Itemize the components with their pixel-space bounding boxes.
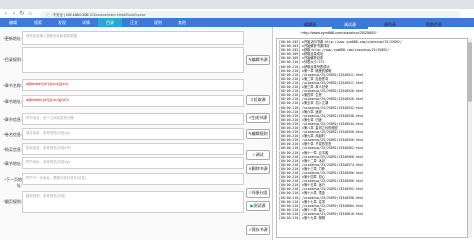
chapter-name-field[interactable]: a@text##<(\s*)\||<b>|\||(\s*)< (22, 79, 244, 91)
page-rule-field[interactable]: 翻页规则，参考规范(可选) (22, 191, 244, 213)
nav-item[interactable]: 其他 (170, 18, 194, 27)
field-label: *章节地址: (3, 99, 22, 104)
nav-item[interactable]: 编辑 (0, 18, 26, 27)
pull-source-button[interactable]: ⇩拉取源 (246, 95, 270, 105)
edit-source-button[interactable]: ✎编辑书源 (246, 55, 270, 65)
vip-field[interactable]: 购买信息，参考规范(可选VIP) (22, 143, 244, 155)
tab-help[interactable]: 帮助信息 (412, 20, 456, 29)
output-scrollbar[interactable] (468, 38, 472, 238)
debug-output[interactable]: [00:00.203] ≡开始访问书源:http://www.zym888.co… (276, 38, 468, 238)
field-label: *章节信息: (3, 117, 22, 122)
nav-item[interactable]: 发现 (50, 18, 74, 27)
edit-rule-button[interactable]: ✎编辑规则 (246, 129, 270, 139)
next-page-field[interactable]: 章节下一页地址，需要分页时填写(可选) (22, 173, 244, 185)
form-row: *目录规则: ✎编辑书源 (0, 47, 272, 73)
tab-source-list[interactable]: 源列表 (372, 20, 408, 29)
field-label: *购买信息: (3, 147, 22, 152)
form-row: *章节地址: a@href##<(\s*)\||<b>|\||(\s*)< ⇩拉… (0, 95, 272, 107)
url-host: 192.168.0.106 (65, 12, 89, 17)
nav-item[interactable]: 正文 (122, 18, 146, 27)
back-icon[interactable]: ‹ (3, 11, 9, 17)
form-row: *购买信息: 购买信息，参考规范(可选VIP) (0, 143, 272, 155)
save-source-button[interactable]: ✓保存书源 (246, 225, 270, 235)
insecure-icon: ⓘ (46, 12, 50, 17)
form-row: *下一页地址: 章节下一页地址，需要分页时填写(可选) (0, 173, 272, 188)
home-icon[interactable]: ⌂ (27, 11, 33, 17)
form-row: *翻页规则: 翻页规则，参考规范(可选) ≡书源分组 ▶测试源 (0, 188, 272, 213)
field-label: *章节地址: (3, 161, 22, 166)
field-label: *更新地址: (3, 36, 22, 41)
debug-button[interactable]: ✓调试 (246, 150, 270, 160)
reload-icon[interactable]: ↻ (19, 11, 25, 17)
form-row: *更新地址: 请在此处输入更新地址和更新数据 (0, 31, 272, 45)
nav-item[interactable]: 搜索 (26, 18, 50, 27)
toc-rule-field[interactable] (22, 47, 244, 73)
chapter-info-field[interactable]: 章节信息，多个之间用逗号分隔 (22, 113, 244, 125)
rule-form-panel: *更新地址: 请在此处输入更新地址和更新数据 *目录规则: ✎编辑书源 *章节名… (0, 27, 272, 240)
group-button[interactable]: ≡书源分组 (246, 188, 270, 198)
field-label: *目录规则: (3, 57, 22, 62)
tab-strip (0, 0, 474, 9)
forward-icon[interactable]: › (11, 11, 17, 17)
chapter-url-field[interactable]: a@href##<(\s*)\||<b>|\||(\s*)< (22, 95, 244, 107)
url-path: /123/source/index.html#/BookSource (88, 12, 146, 17)
pay-field[interactable]: 章节地址，参考规范(可选Vip) (22, 157, 244, 169)
output-line: [00:00.210] ≡第十九章 黎明 (279, 216, 325, 221)
output-lines: [00:00.203] ≡开始访问书源:http://www.zym888.co… (279, 40, 465, 220)
update-url-field[interactable]: 请在此处输入更新地址和更新数据 (22, 31, 244, 45)
scroll-thumb[interactable] (468, 42, 472, 102)
test-source-button[interactable]: ▶测试源 (246, 201, 270, 211)
nav-item-active[interactable]: 目录 (98, 18, 122, 27)
tab-debug-source[interactable]: 调试源 (332, 20, 368, 29)
field-label: *翻页规则: (3, 199, 22, 204)
field-label: *卷名信息: (3, 132, 22, 137)
nav-item[interactable]: 规则 (146, 18, 170, 27)
generate-source-button[interactable]: +生成书源 (246, 113, 270, 123)
form-row: *章节信息: 章节信息，多个之间用逗号分隔 +生成书源 (0, 113, 272, 125)
nav-item[interactable]: 详情 (74, 18, 98, 27)
url-prefix: 不安全 | (52, 12, 65, 17)
form-row: *章节地址: 章节地址，参考规范(可选Vip) ✓调试 ✕删除书源 (0, 150, 272, 174)
debug-url[interactable]: ~http://www.zym888.com/xiaoshuo/25/25892… (300, 31, 377, 35)
form-row: *章节名称: a@text##<(\s*)\||<b>|\||(\s*)< (0, 79, 272, 91)
field-label: *下一页地址: (4, 177, 22, 188)
form-row: *卷名信息: 卷名信息，参考规范(可选Vip) ✎编辑规则 (0, 128, 272, 140)
tab-edit-source[interactable]: 编辑源 (292, 20, 328, 29)
volume-field[interactable]: 卷名信息，参考规范(可选Vip) (22, 128, 244, 140)
field-label: *章节名称: (3, 83, 22, 88)
